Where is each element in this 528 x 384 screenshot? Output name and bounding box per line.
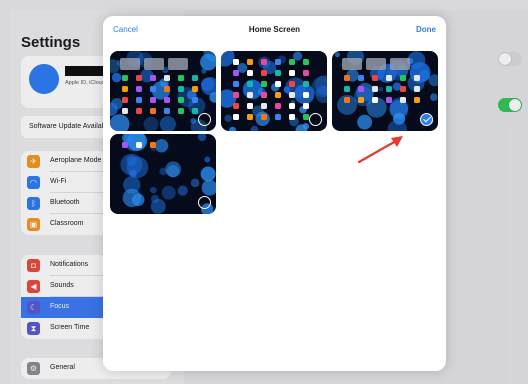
home-page-1[interactable]	[110, 51, 216, 131]
sheet-title: Home Screen	[248, 25, 301, 34]
done-button[interactable]: Done	[416, 25, 436, 34]
home-screen-sheet: Cancel Home Screen Done	[103, 16, 446, 371]
annotation-arrow-icon	[357, 136, 403, 164]
sheet-header: Cancel Home Screen Done	[103, 16, 446, 44]
home-page-4[interactable]	[110, 134, 216, 214]
page-select-radio[interactable]	[198, 196, 211, 209]
page-select-radio[interactable]	[198, 113, 211, 126]
home-page-2[interactable]	[221, 51, 327, 131]
home-page-3[interactable]	[332, 51, 438, 131]
page-select-radio[interactable]	[309, 113, 322, 126]
page-select-radio-checked[interactable]	[420, 113, 433, 126]
